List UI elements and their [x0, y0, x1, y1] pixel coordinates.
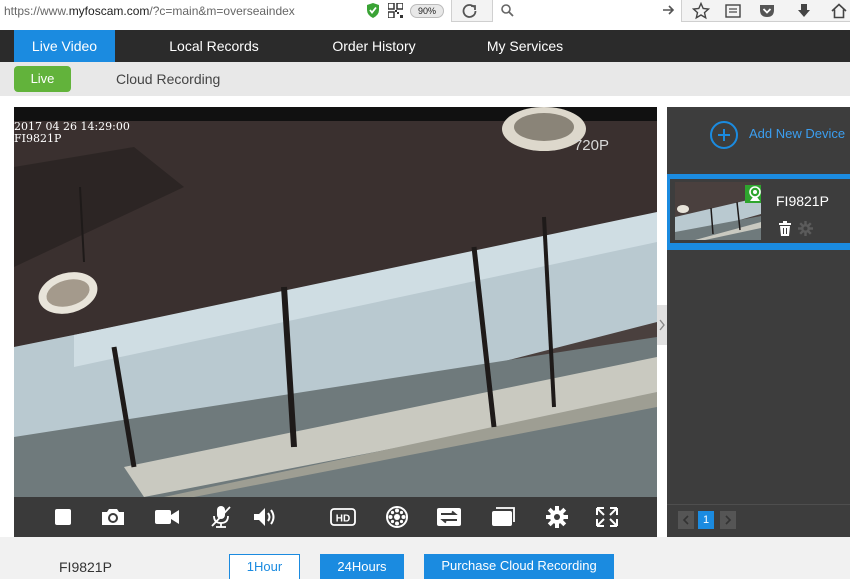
- cloud-recording-subtab[interactable]: Cloud Recording: [116, 71, 220, 87]
- device-panel: Add New Device FI9821P 1: [667, 107, 850, 537]
- device-pager: 1: [667, 504, 850, 537]
- page-number[interactable]: 1: [698, 511, 714, 529]
- gear-icon[interactable]: [798, 221, 813, 236]
- zoom-indicator[interactable]: 90%: [410, 4, 444, 18]
- tab-local-records[interactable]: Local Records: [158, 30, 270, 62]
- fullscreen-button[interactable]: [594, 505, 620, 529]
- volume-button[interactable]: [252, 505, 278, 529]
- trash-icon[interactable]: [778, 221, 792, 236]
- one-hour-button[interactable]: 1Hour: [229, 554, 300, 579]
- svg-text:HD: HD: [336, 514, 350, 525]
- record-icon: [155, 510, 179, 524]
- resolution-label: 720P: [573, 137, 609, 154]
- add-device-label: Add New Device: [749, 126, 846, 141]
- go-arrow-icon[interactable]: [661, 3, 675, 17]
- device-card[interactable]: FI9821P: [667, 174, 850, 250]
- microphone-button[interactable]: [208, 505, 234, 529]
- home-icon[interactable]: [830, 2, 848, 20]
- snapshot-button[interactable]: [100, 505, 126, 529]
- tab-live-video[interactable]: Live Video: [14, 30, 115, 62]
- window-button[interactable]: [490, 505, 516, 529]
- reload-icon[interactable]: [458, 3, 482, 19]
- sub-nav: Live Cloud Recording: [0, 62, 850, 96]
- microphone-off-icon: [211, 506, 231, 528]
- chevron-left-icon: [682, 515, 689, 525]
- volume-icon: [254, 508, 275, 526]
- browser-toolbar: https://www.myfoscam.com/?c=main&m=overs…: [0, 0, 850, 22]
- shield-icon[interactable]: [366, 3, 380, 18]
- fullscreen-icon: [596, 507, 618, 527]
- device-name: FI9821P: [776, 193, 829, 209]
- settings-button[interactable]: [544, 505, 570, 529]
- device-card-body: FI9821P: [670, 179, 850, 243]
- ptz-button[interactable]: [384, 505, 410, 529]
- record-button[interactable]: [154, 505, 180, 529]
- tab-my-services[interactable]: My Services: [478, 30, 572, 62]
- device-thumbnail[interactable]: [675, 182, 761, 240]
- window-icon: [492, 507, 515, 526]
- video-feed[interactable]: 2017 04 26 14:29:00 FI9821P 720P: [14, 107, 657, 497]
- cloud-recording-bar: FI9821P 1Hour 24Hours Purchase Cloud Rec…: [0, 537, 850, 579]
- chevron-right-icon: [659, 319, 665, 331]
- next-page-button[interactable]: [720, 511, 736, 529]
- selected-device-name: FI9821P: [59, 559, 112, 575]
- mirror-flip-icon: [437, 508, 461, 526]
- snapshot-icon: [102, 509, 124, 525]
- add-device-button[interactable]: Add New Device: [667, 107, 850, 162]
- pocket-icon[interactable]: [758, 2, 776, 20]
- video-camera-label: FI9821P: [14, 132, 62, 145]
- hd-button[interactable]: HD: [330, 505, 356, 529]
- url-text[interactable]: https://www.myfoscam.com/?c=main&m=overs…: [4, 4, 295, 18]
- camera-image: [14, 107, 657, 497]
- chevron-right-icon: [725, 515, 732, 525]
- main-nav: Live Video Local Records Order History M…: [0, 30, 850, 62]
- mirror-flip-button[interactable]: [436, 505, 462, 529]
- stop-button[interactable]: [50, 505, 76, 529]
- video-controls: HD: [14, 497, 657, 537]
- twenty-four-hours-button[interactable]: 24Hours: [320, 554, 404, 579]
- panel-collapse-handle[interactable]: [657, 305, 667, 345]
- settings-icon: [546, 506, 568, 528]
- stop-icon: [55, 509, 71, 525]
- search-icon: [501, 4, 514, 17]
- address-bar[interactable]: https://www.myfoscam.com/?c=main&m=overs…: [0, 0, 452, 22]
- star-icon[interactable]: [692, 2, 710, 20]
- download-icon[interactable]: [795, 2, 813, 20]
- search-input[interactable]: [492, 0, 682, 22]
- ptz-icon: [386, 506, 408, 528]
- qr-code-icon[interactable]: [388, 3, 403, 18]
- hd-icon: HD: [330, 508, 356, 526]
- purchase-cloud-recording-button[interactable]: Purchase Cloud Recording: [424, 554, 614, 579]
- reading-list-icon[interactable]: [724, 2, 742, 20]
- live-subtab[interactable]: Live: [14, 66, 71, 92]
- webcam-icon: [749, 186, 761, 201]
- tab-order-history[interactable]: Order History: [322, 30, 426, 62]
- plus-icon: [710, 121, 738, 149]
- prev-page-button[interactable]: [678, 511, 694, 529]
- online-camera-badge: [745, 185, 761, 203]
